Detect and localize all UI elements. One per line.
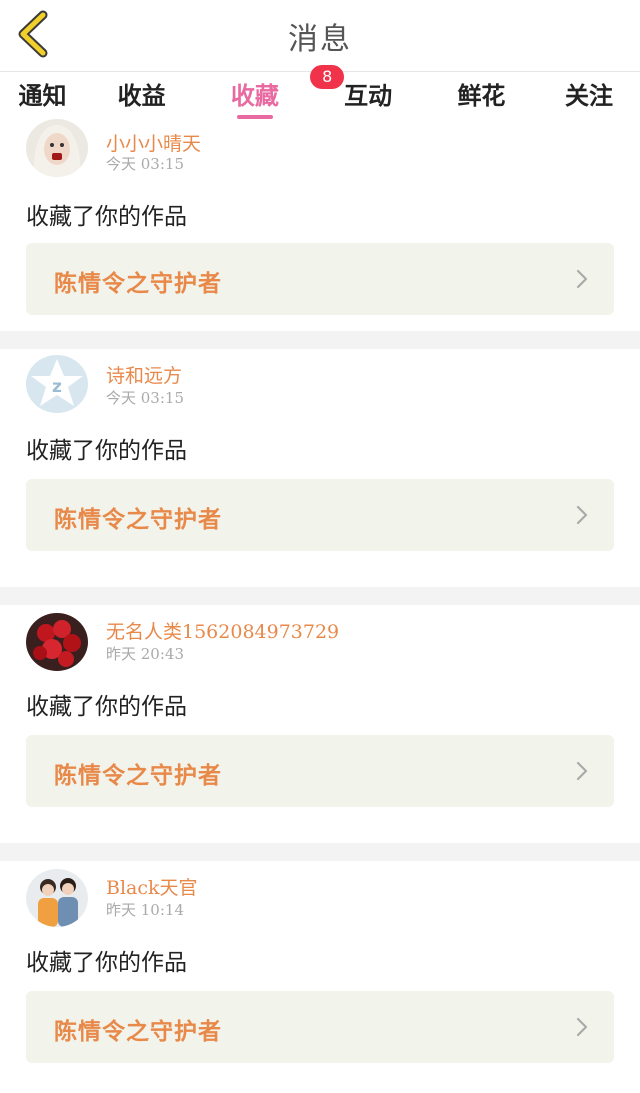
tab-bar: 通知 收益 收藏 8 互动 鲜花 关注 xyxy=(0,65,640,123)
avatar[interactable] xyxy=(26,613,88,671)
timestamp: 今天 03:15 xyxy=(106,155,184,173)
message-card: z 诗和远方 今天 03:15 收藏了你的作品 陈情令之守护者 xyxy=(0,349,640,559)
action-text: 收藏了你的作品 xyxy=(26,694,187,720)
chevron-right-icon xyxy=(576,1017,588,1037)
user-name[interactable]: 无名人类1562084973729 xyxy=(106,617,339,644)
avatar[interactable] xyxy=(26,119,88,177)
timestamp: 昨天 20:43 xyxy=(106,645,184,663)
work-link[interactable]: 陈情令之守护者 xyxy=(26,243,614,315)
work-title: 陈情令之守护者 xyxy=(54,1018,222,1045)
user-name[interactable]: 诗和远方 xyxy=(106,361,182,388)
tab-interactions[interactable]: 互动 xyxy=(312,73,425,123)
timestamp: 今天 03:15 xyxy=(106,389,184,407)
action-text: 收藏了你的作品 xyxy=(26,204,187,230)
divider xyxy=(0,331,640,349)
header-bar: 消息 xyxy=(0,0,640,72)
tab-label: 互动 xyxy=(344,81,393,110)
tab-label: 收藏 xyxy=(230,81,279,110)
chevron-right-icon xyxy=(576,269,588,289)
tab-follows[interactable]: 关注 xyxy=(538,73,640,123)
message-card: Black天官 昨天 10:14 收藏了你的作品 陈情令之守护者 xyxy=(0,861,640,1071)
message-card: 小小小晴天 今天 03:15 收藏了你的作品 陈情令之守护者 xyxy=(0,119,640,331)
couple-photo-avatar-icon xyxy=(26,869,88,927)
message-card: 无名人类1562084973729 昨天 20:43 收藏了你的作品 陈情令之守… xyxy=(0,605,640,815)
work-title: 陈情令之守护者 xyxy=(54,762,222,789)
work-link[interactable]: 陈情令之守护者 xyxy=(26,479,614,551)
divider xyxy=(0,587,640,605)
tab-label: 通知 xyxy=(18,81,67,110)
tab-label: 鲜花 xyxy=(457,81,506,110)
avatar[interactable]: z xyxy=(26,355,88,413)
work-link[interactable]: 陈情令之守护者 xyxy=(26,735,614,807)
action-text: 收藏了你的作品 xyxy=(26,438,187,464)
tab-label: 收益 xyxy=(117,81,166,110)
tab-earnings[interactable]: 收益 xyxy=(85,73,198,123)
timestamp: 昨天 10:14 xyxy=(106,901,184,919)
chevron-right-icon xyxy=(576,505,588,525)
girl-portrait-avatar-icon xyxy=(26,119,88,177)
tab-favorites[interactable]: 收藏 8 xyxy=(198,65,345,123)
page-title: 消息 xyxy=(288,22,352,57)
user-name[interactable]: 小小小晴天 xyxy=(106,129,201,156)
chevron-right-icon xyxy=(576,761,588,781)
tab-notifications[interactable]: 通知 xyxy=(0,73,85,123)
svg-text:z: z xyxy=(52,377,62,397)
user-name[interactable]: Black天官 xyxy=(106,873,198,900)
red-roses-avatar-icon xyxy=(26,613,88,671)
message-list: 小小小晴天 今天 03:15 收藏了你的作品 陈情令之守护者 z 诗和远方 今天… xyxy=(0,119,640,1071)
work-title: 陈情令之守护者 xyxy=(54,270,222,297)
work-link[interactable]: 陈情令之守护者 xyxy=(26,991,614,1063)
tab-flowers[interactable]: 鲜花 xyxy=(425,73,538,123)
qq-star-avatar-icon: z xyxy=(26,355,88,413)
work-title: 陈情令之守护者 xyxy=(54,506,222,533)
avatar[interactable] xyxy=(26,869,88,927)
tab-label: 关注 xyxy=(565,81,614,110)
action-text: 收藏了你的作品 xyxy=(26,950,187,976)
divider xyxy=(0,843,640,861)
